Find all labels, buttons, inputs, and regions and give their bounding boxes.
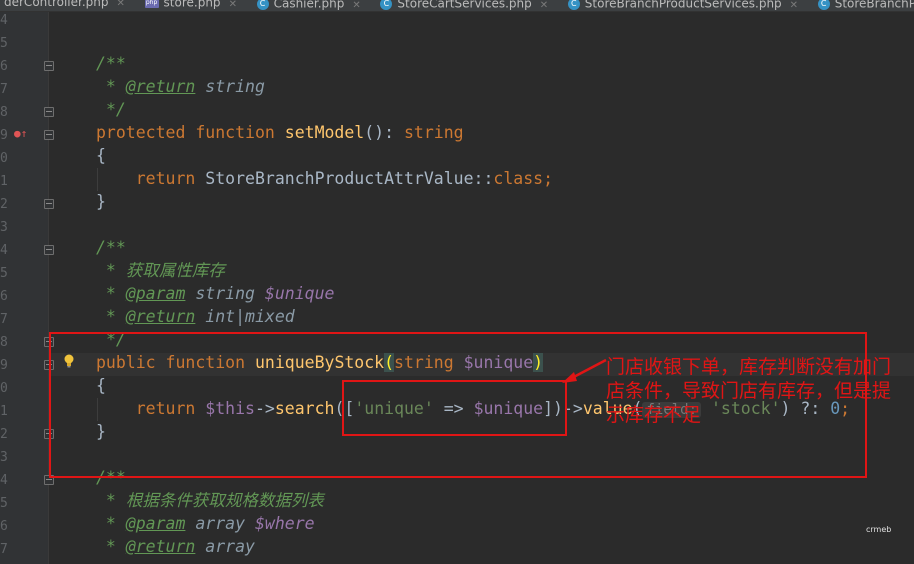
- close-icon[interactable]: ✕: [540, 0, 548, 11]
- override-method-icon[interactable]: ●↑: [14, 128, 27, 140]
- line-number: 7: [0, 542, 8, 557]
- code-line: {: [96, 146, 106, 165]
- annotation-arrow-icon: [562, 358, 607, 383]
- code-line: return StoreBranchProductAttrValue::clas…: [135, 169, 553, 188]
- tab-store-cart-services[interactable]: C StoreCartServices.php ✕: [376, 0, 554, 11]
- close-icon[interactable]: ✕: [352, 0, 360, 11]
- class-icon: C: [567, 0, 580, 10]
- line-number: 7: [0, 82, 8, 97]
- tab-store-branch-product-attr[interactable]: CStoreBranchProductA: [814, 0, 914, 10]
- code-line: */: [105, 100, 126, 119]
- code-line: /**: [96, 238, 126, 257]
- line-number: 1: [0, 174, 8, 189]
- annotation-text: 门店收银下单，库存判断没有加门店条件，导致门店有库存，但是提示库存不足: [606, 356, 892, 426]
- code-line: * @param string $unique: [96, 284, 335, 303]
- line-number: 0: [0, 381, 8, 396]
- code-line: /**: [96, 54, 126, 73]
- code-line: }: [96, 192, 106, 211]
- code-line: * @return int|mixed: [96, 307, 295, 326]
- class-icon: C: [817, 0, 830, 10]
- editor-tab-bar: derController.php ✕ php store.php ✕ C Cashie…: [0, 0, 914, 12]
- line-number: 3: [0, 220, 8, 235]
- fold-marker-icon[interactable]: [44, 130, 54, 140]
- line-number: 8: [0, 335, 8, 350]
- line-number: 0: [0, 151, 8, 166]
- line-number: 4: [0, 13, 8, 28]
- line-number: 5: [0, 36, 8, 51]
- line-number: 8: [0, 105, 8, 120]
- line-number: 5: [0, 496, 8, 511]
- line-number: 9: [0, 128, 8, 143]
- code-line: * @return array: [96, 537, 255, 556]
- line-number: 7: [0, 312, 8, 327]
- tab-store-branch-product-services[interactable]: C StoreBranchProductServices.php ✕: [564, 0, 804, 11]
- line-number: 1: [0, 404, 8, 419]
- line-number: 9: [0, 358, 8, 373]
- code-line: protected function setModel(): string: [96, 123, 464, 142]
- line-number: 4: [0, 473, 8, 488]
- line-number: 2: [0, 427, 8, 442]
- line-number: 6: [0, 289, 8, 304]
- class-icon: C: [256, 0, 269, 10]
- close-icon[interactable]: ✕: [790, 0, 798, 11]
- code-line: * @param array $where: [96, 514, 315, 533]
- fold-marker-icon[interactable]: [44, 199, 54, 209]
- annotation-inner-box: [342, 380, 567, 436]
- tab-store-php[interactable]: php store.php ✕: [141, 0, 243, 9]
- class-icon: C: [380, 0, 393, 10]
- watermark: crmeb: [866, 525, 892, 534]
- close-icon[interactable]: ✕: [117, 0, 125, 9]
- tab-order-controller[interactable]: derController.php ✕: [0, 0, 131, 9]
- code-line: * 根据条件获取规格数据列表: [96, 491, 324, 510]
- tab-cashier[interactable]: C Cashier.php ✕: [253, 0, 367, 11]
- fold-marker-icon[interactable]: [44, 61, 54, 71]
- line-number: 6: [0, 519, 8, 534]
- line-number: 2: [0, 197, 8, 212]
- fold-marker-icon[interactable]: [44, 245, 54, 255]
- line-number: 6: [0, 59, 8, 74]
- line-number: 5: [0, 266, 8, 281]
- php-file-icon: php: [144, 0, 159, 8]
- fold-marker-icon[interactable]: [44, 107, 54, 117]
- close-icon[interactable]: ✕: [229, 0, 237, 10]
- code-line: * @return string: [96, 77, 265, 96]
- line-number: 4: [0, 243, 8, 258]
- line-number: 3: [0, 450, 8, 465]
- code-line: * 获取属性库存: [96, 261, 225, 280]
